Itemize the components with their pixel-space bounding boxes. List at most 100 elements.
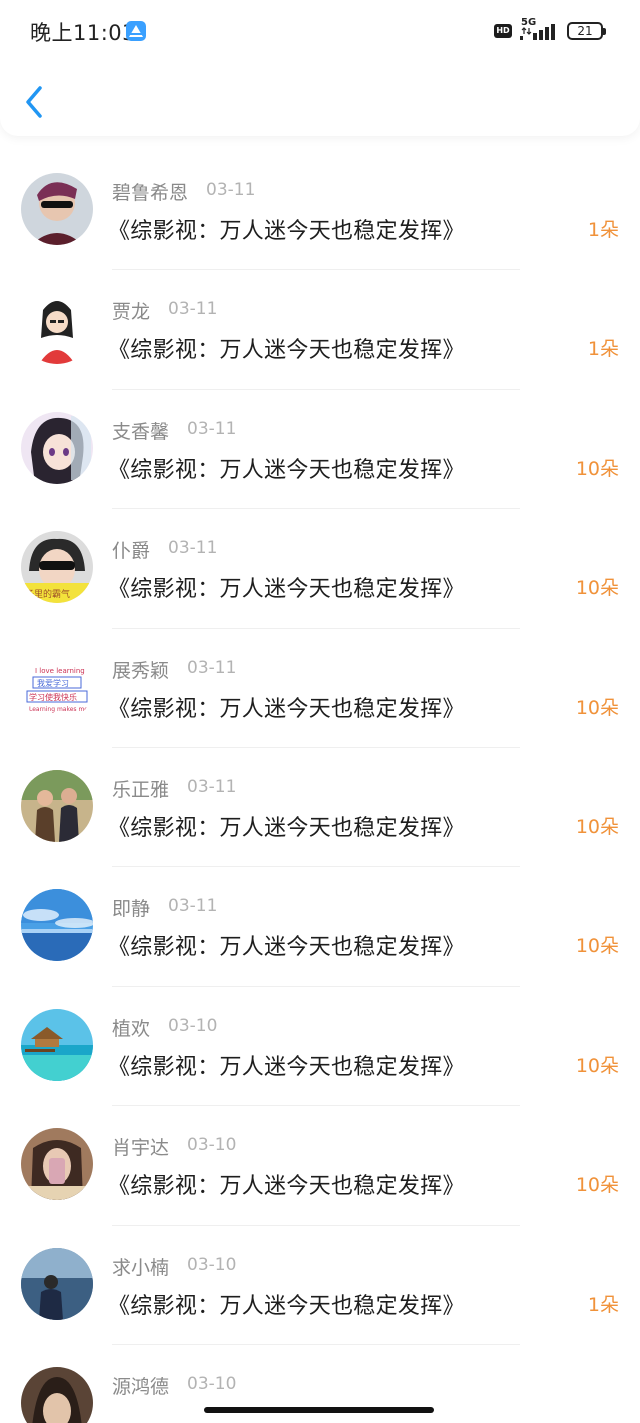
reward-date: 03-11: [187, 657, 237, 678]
reward-date: 03-11: [187, 418, 237, 439]
flower-count: 10朵: [575, 696, 619, 719]
row-divider: [112, 388, 520, 390]
user-name[interactable]: 展秀颖: [112, 656, 169, 683]
svg-text:我爱学习: 我爱学习: [37, 678, 69, 688]
row-divider: [112, 985, 520, 987]
avatar-couple-photo: [21, 769, 93, 842]
row-divider: [112, 269, 520, 271]
book-title: 《综影视：万人迷今天也稳定发挥》: [108, 577, 465, 603]
list-item[interactable]: 肖宇达 03-10 《综影视：万人迷今天也稳定发挥》 10朵: [0, 1105, 640, 1224]
avatar[interactable]: [21, 411, 93, 484]
reward-date: 03-11: [206, 180, 256, 200]
avatar-beach-hut: [21, 1008, 93, 1081]
top-bar: 晚上11:03 HD 5G 21: [0, 0, 640, 136]
book-title: 《综影视：万人迷今天也稳定发挥》: [108, 338, 465, 364]
flower-count: 10朵: [575, 577, 619, 600]
list-item[interactable]: 支香馨 03-11 《综影视：万人迷今天也稳定发挥》 10朵: [0, 388, 640, 508]
reward-date: 03-11: [187, 776, 237, 797]
book-title: 《综影视：万人迷今天也稳定发挥》: [108, 457, 465, 483]
avatar-sunglasses-man: [21, 173, 93, 245]
battery-icon: 21: [567, 22, 606, 40]
avatar[interactable]: 子里的霸气: [21, 531, 93, 604]
avatar[interactable]: [21, 1008, 93, 1081]
row-divider: [112, 1105, 520, 1107]
flower-count: 10朵: [575, 1054, 619, 1077]
row-divider: [112, 1224, 520, 1226]
user-name[interactable]: 碧鲁希恩: [112, 178, 188, 205]
reward-date: 03-11: [168, 538, 218, 559]
list-item[interactable]: 求小楠 03-10 《综影视：万人迷今天也稳定发挥》 1朵: [0, 1224, 640, 1344]
user-name[interactable]: 求小楠: [112, 1253, 169, 1280]
list-item[interactable]: 即静 03-11 《综影视：万人迷今天也稳定发挥》 10朵: [0, 866, 640, 985]
list-item[interactable]: 乐正雅 03-11 《综影视：万人迷今天也稳定发挥》 10朵: [0, 746, 640, 866]
row-divider: [112, 508, 520, 510]
battery-level: 21: [577, 24, 593, 38]
flower-count: 1朵: [587, 219, 619, 241]
avatar-sky-sea: [21, 889, 93, 962]
user-name[interactable]: 乐正雅: [112, 775, 169, 802]
avatar[interactable]: [21, 1366, 93, 1423]
svg-text:Learning makes me happy: Learning makes me happy: [29, 706, 93, 713]
list-item[interactable]: 贾龙 03-11 《综影视：万人迷今天也稳定发挥》 1朵: [0, 269, 640, 388]
svg-text:学习使我快乐: 学习使我快乐: [29, 692, 77, 702]
status-bar: 晚上11:03 HD 5G 21: [0, 0, 640, 62]
avatar[interactable]: [21, 769, 93, 842]
flower-count: 10朵: [575, 457, 619, 480]
reward-date: 03-10: [168, 1015, 218, 1036]
flower-count: 10朵: [575, 815, 619, 838]
avatar-cartoon-girl-red: [21, 292, 93, 365]
avatar[interactable]: [21, 173, 93, 245]
svg-text:I love learning: I love learning: [35, 667, 85, 675]
row-divider: [112, 1343, 520, 1345]
back-button[interactable]: [18, 82, 54, 122]
avatar-partial: [21, 1366, 93, 1423]
book-title: 《综影视：万人迷今天也稳定发挥》: [108, 815, 465, 841]
avatar[interactable]: [21, 292, 93, 365]
avatar-anime-girl: [21, 411, 93, 484]
user-name[interactable]: 即静: [112, 894, 150, 921]
avatar[interactable]: I love learning 我爱学习学习使我快乐 Learning makes …: [21, 650, 93, 723]
book-title: 《综影视：万人迷今天也稳定发挥》: [108, 696, 465, 722]
user-name[interactable]: 仆爵: [112, 536, 150, 563]
hd-icon: HD: [494, 24, 512, 38]
signal-icon: [520, 24, 555, 40]
flower-count: 10朵: [575, 935, 619, 958]
flower-count: 1朵: [587, 338, 619, 361]
avatar-learning-text: I love learning 我爱学习学习使我快乐 Learning makes …: [21, 650, 93, 723]
screen: 晚上11:03 HD 5G 21 碧鲁希恩 03-11 《综影视：万人迷今天也稳…: [0, 0, 640, 1423]
avatar[interactable]: [21, 1247, 93, 1320]
avatar-lake-person: [21, 1247, 93, 1320]
list-item[interactable]: 子里的霸气 仆爵 03-11 《综影视：万人迷今天也稳定发挥》 10朵: [0, 508, 640, 627]
app-notification-icon: [126, 21, 146, 41]
row-divider: [112, 627, 520, 629]
row-divider: [112, 746, 520, 748]
book-title: 《综影视：万人迷今天也稳定发挥》: [108, 1054, 465, 1080]
book-title: 《综影视：万人迷今天也稳定发挥》: [108, 1174, 465, 1200]
reward-date: 03-10: [187, 1254, 237, 1275]
avatar[interactable]: [21, 889, 93, 962]
home-indicator[interactable]: [204, 1407, 434, 1413]
list-item[interactable]: I love learning 我爱学习学习使我快乐 Learning makes …: [0, 627, 640, 747]
status-time: 晚上11:03: [30, 21, 137, 45]
avatar-selfie: [21, 1128, 93, 1201]
user-name[interactable]: 植欢: [112, 1014, 150, 1041]
avatar[interactable]: [21, 1128, 93, 1201]
row-divider: [112, 866, 520, 868]
svg-text:子里的霸气: 子里的霸气: [25, 588, 70, 600]
flower-count: 10朵: [575, 1174, 619, 1197]
user-name[interactable]: 贾龙: [112, 297, 150, 324]
book-title: 《综影视：万人迷今天也稳定发挥》: [108, 219, 465, 244]
reward-date: 03-11: [168, 299, 218, 320]
flower-count: 1朵: [587, 1293, 619, 1316]
book-title: 《综影视：万人迷今天也稳定发挥》: [108, 1293, 465, 1319]
user-name[interactable]: 源鸿德: [112, 1372, 169, 1399]
list-item[interactable]: 碧鲁希恩 03-11 《综影视：万人迷今天也稳定发挥》 1朵: [0, 150, 640, 269]
reward-date: 03-11: [168, 896, 218, 917]
chevron-left-icon: [26, 86, 42, 118]
avatar-sunglasses-yellow: 子里的霸气: [21, 531, 93, 604]
list-item[interactable]: 植欢 03-10 《综影视：万人迷今天也稳定发挥》 10朵: [0, 985, 640, 1105]
reward-date: 03-10: [187, 1373, 237, 1394]
user-name[interactable]: 支香馨: [112, 417, 169, 444]
reward-list: 碧鲁希恩 03-11 《综影视：万人迷今天也稳定发挥》 1朵 贾龙 03-11 《综影视：万…: [0, 150, 640, 1423]
user-name[interactable]: 肖宇达: [112, 1133, 169, 1160]
